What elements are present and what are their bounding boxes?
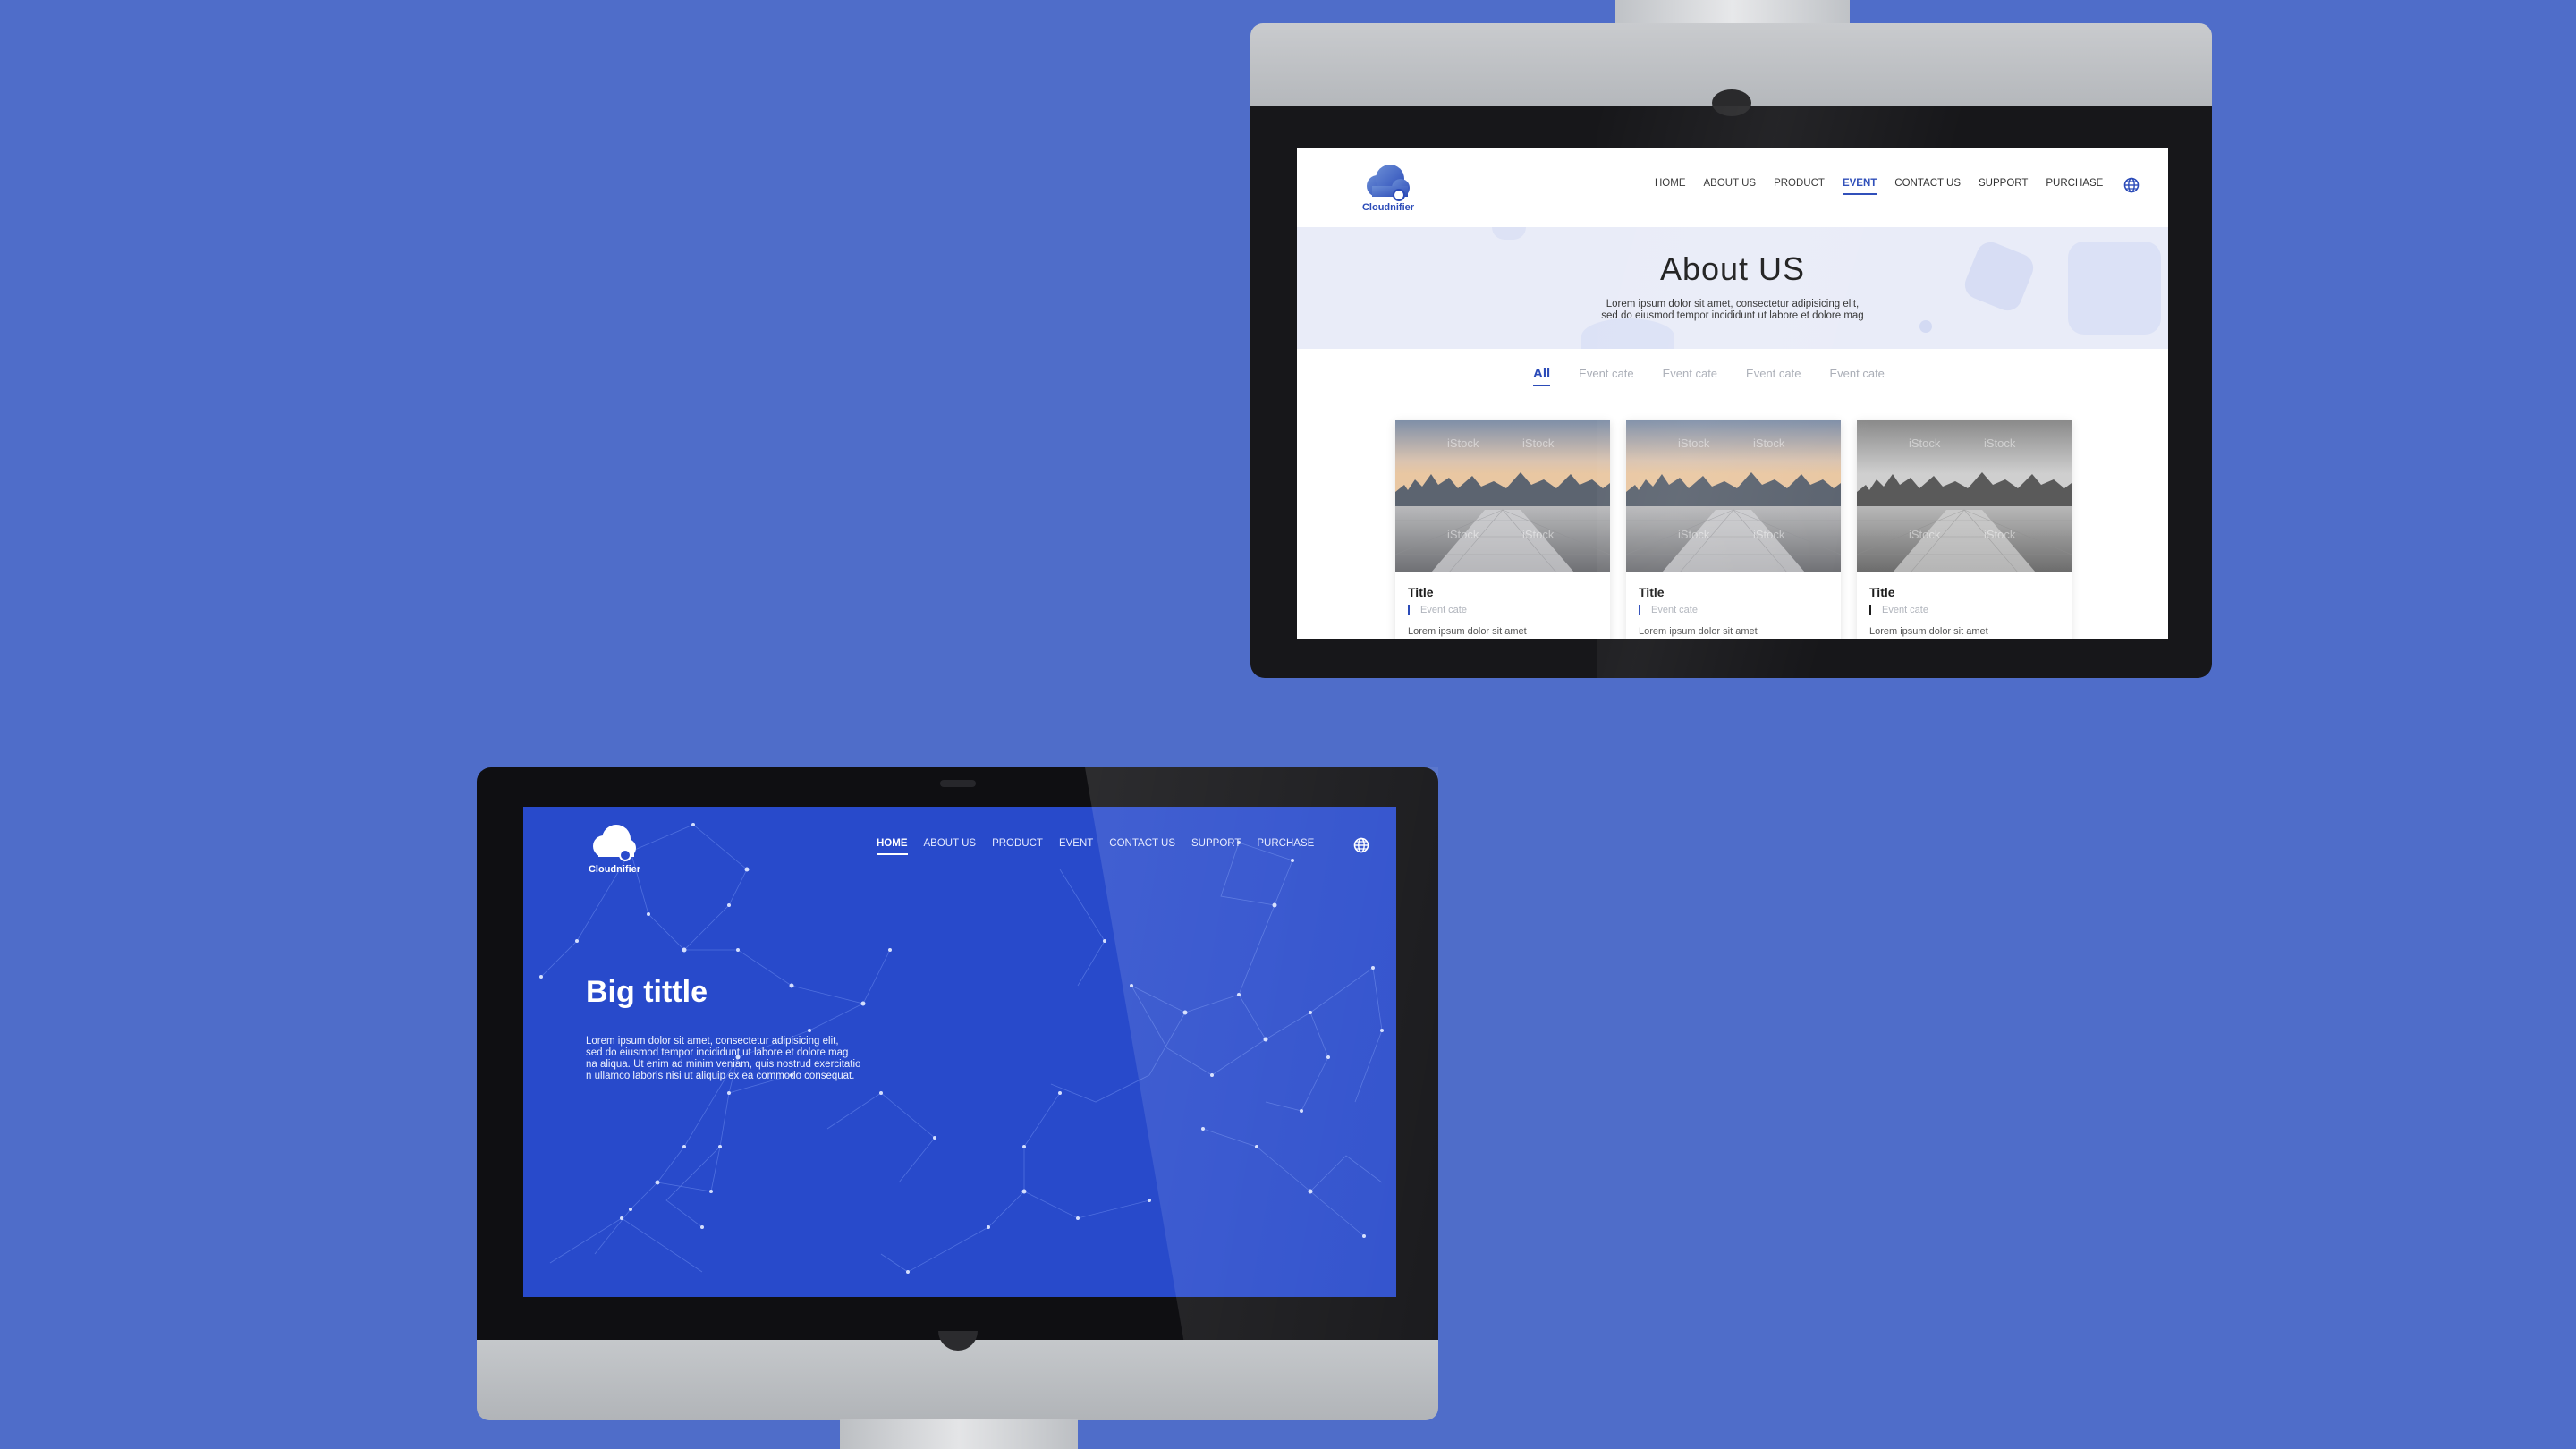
nav-event[interactable]: EVENT (1051, 835, 1101, 852)
brand-logo[interactable]: Cloudnifier (582, 819, 647, 877)
image-watermark: iStock (1522, 436, 1555, 450)
globe-icon[interactable] (2123, 177, 2140, 193)
image-watermark: iStock (1909, 436, 1941, 450)
event-card-text: Lorem ipsum dolor sit amet (1869, 626, 1988, 637)
image-watermark: iStock (1984, 528, 2016, 541)
tab-event-cate[interactable]: Event cate (1829, 365, 1884, 383)
nav-home[interactable]: HOME (869, 835, 916, 855)
hero-desc-line: n ullamco laboris nisi ut aliquip ex ea … (586, 1071, 855, 1081)
nav-support[interactable]: SUPPORT (1970, 175, 2037, 191)
bottom-monitor: Cloudnifier HOME ABOUT US PRODUCT EVENT … (477, 767, 1438, 1449)
nav-support[interactable]: SUPPORT (1183, 835, 1249, 852)
cloud-logo-icon (1367, 165, 1410, 201)
event-card-image: iStock iStock iStock iStock (1857, 420, 2072, 572)
page-title: About US (1659, 250, 1806, 287)
main-menu: HOME ABOUT US PRODUCT EVENT CONTACT US S… (1646, 175, 2112, 195)
top-monitor: Cloudnifier HOME ABOUT US PRODUCT EVENT … (1250, 0, 2212, 680)
nav-purchase[interactable]: PURCHASE (2037, 175, 2112, 191)
tab-event-cate[interactable]: Event cate (1663, 365, 1717, 383)
tab-event-cate[interactable]: Event cate (1746, 365, 1801, 383)
nav-contact-us[interactable]: CONTACT US (1101, 835, 1183, 852)
image-watermark: iStock (1753, 528, 1785, 541)
event-card-category: Event cate (1639, 605, 1698, 615)
event-card-grid: iStock iStock iStock iStock Title Event … (1395, 420, 2072, 639)
nav-purchase[interactable]: PURCHASE (1249, 835, 1322, 852)
cloud-logo-icon (593, 825, 636, 861)
event-category-tabs: All Event cate Event cate Event cate Eve… (1533, 365, 1913, 386)
monitor-stand (840, 1419, 1078, 1449)
hero-desc-line: sed do eiusmod tempor incididunt ut labo… (1601, 310, 1864, 321)
event-card-text: Lorem ipsum dolor sit amet (1408, 626, 1527, 637)
event-card-title: Title (1408, 585, 1434, 599)
home-page-screen: Cloudnifier HOME ABOUT US PRODUCT EVENT … (523, 807, 1396, 1297)
nav-about-us[interactable]: ABOUT US (916, 835, 985, 852)
main-menu: HOME ABOUT US PRODUCT EVENT CONTACT US S… (869, 835, 1322, 855)
brand-logo[interactable]: Cloudnifier (1356, 159, 1420, 216)
hero-description: Lorem ipsum dolor sit amet, consectetur … (586, 1036, 908, 1082)
nav-event[interactable]: EVENT (1834, 175, 1885, 195)
decor-shape (1581, 318, 1674, 349)
image-watermark: iStock (1909, 528, 1941, 541)
monitor-camera (1712, 89, 1751, 116)
globe-icon[interactable] (1353, 837, 1369, 853)
event-card[interactable]: iStock iStock iStock iStock Title Event … (1395, 420, 1610, 639)
event-page-screen: Cloudnifier HOME ABOUT US PRODUCT EVENT … (1297, 148, 2168, 639)
hero-desc-line: Lorem ipsum dolor sit amet, consectetur … (586, 1036, 839, 1046)
decor-shape (1919, 320, 1932, 333)
nav-about-us[interactable]: ABOUT US (1695, 175, 1766, 191)
event-card-image: iStock iStock iStock iStock (1626, 420, 1841, 572)
city-skyline-image: iStock iStock iStock iStock (1395, 420, 1610, 572)
hero-desc-line: Lorem ipsum dolor sit amet, consectetur … (1606, 299, 1860, 309)
tab-event-cate[interactable]: Event cate (1579, 365, 1633, 383)
top-navbar: Cloudnifier HOME ABOUT US PRODUCT EVENT … (1297, 148, 2168, 227)
logo-text: Cloudnifier (588, 864, 641, 875)
image-watermark: iStock (1984, 436, 2016, 450)
hero-description: Lorem ipsum dolor sit amet, consectetur … (1297, 299, 2168, 322)
monitor-chin (477, 1340, 1438, 1420)
logo-text: Cloudnifier (1361, 202, 1415, 213)
hero-desc-line: sed do eiusmod tempor incididunt ut labo… (586, 1047, 849, 1058)
image-watermark: iStock (1753, 436, 1785, 450)
event-card-text: Lorem ipsum dolor sit amet (1639, 626, 1758, 637)
nav-product[interactable]: PRODUCT (984, 835, 1051, 852)
image-watermark: iStock (1447, 436, 1479, 450)
event-card-category: Event cate (1869, 605, 1928, 615)
event-card[interactable]: iStock iStock iStock iStock Title Event … (1857, 420, 2072, 639)
image-watermark: iStock (1678, 528, 1710, 541)
image-watermark: iStock (1678, 436, 1710, 450)
tab-all[interactable]: All (1533, 365, 1551, 386)
event-card-image: iStock iStock iStock iStock (1395, 420, 1610, 572)
event-card-title: Title (1869, 585, 1895, 599)
hero-title: Big tittle (586, 975, 708, 1009)
event-card-title: Title (1639, 585, 1665, 599)
about-hero-banner: About US Lorem ipsum dolor sit amet, con… (1297, 227, 2168, 349)
decor-shape (1492, 227, 1526, 240)
hero-desc-line: na aliqua. Ut enim ad minim veniam, quis… (586, 1059, 861, 1070)
monitor-camera (940, 780, 976, 787)
image-watermark: iStock (1447, 528, 1479, 541)
image-watermark: iStock (1522, 528, 1555, 541)
nav-contact-us[interactable]: CONTACT US (1885, 175, 1970, 191)
nav-home[interactable]: HOME (1646, 175, 1695, 191)
monitor-stand (1615, 0, 1850, 25)
event-card[interactable]: iStock iStock iStock iStock Title Event … (1626, 420, 1841, 639)
nav-product[interactable]: PRODUCT (1765, 175, 1834, 191)
city-skyline-image: iStock iStock iStock iStock (1626, 420, 1841, 572)
city-skyline-image: iStock iStock iStock iStock (1857, 420, 2072, 572)
event-card-category: Event cate (1408, 605, 1467, 615)
